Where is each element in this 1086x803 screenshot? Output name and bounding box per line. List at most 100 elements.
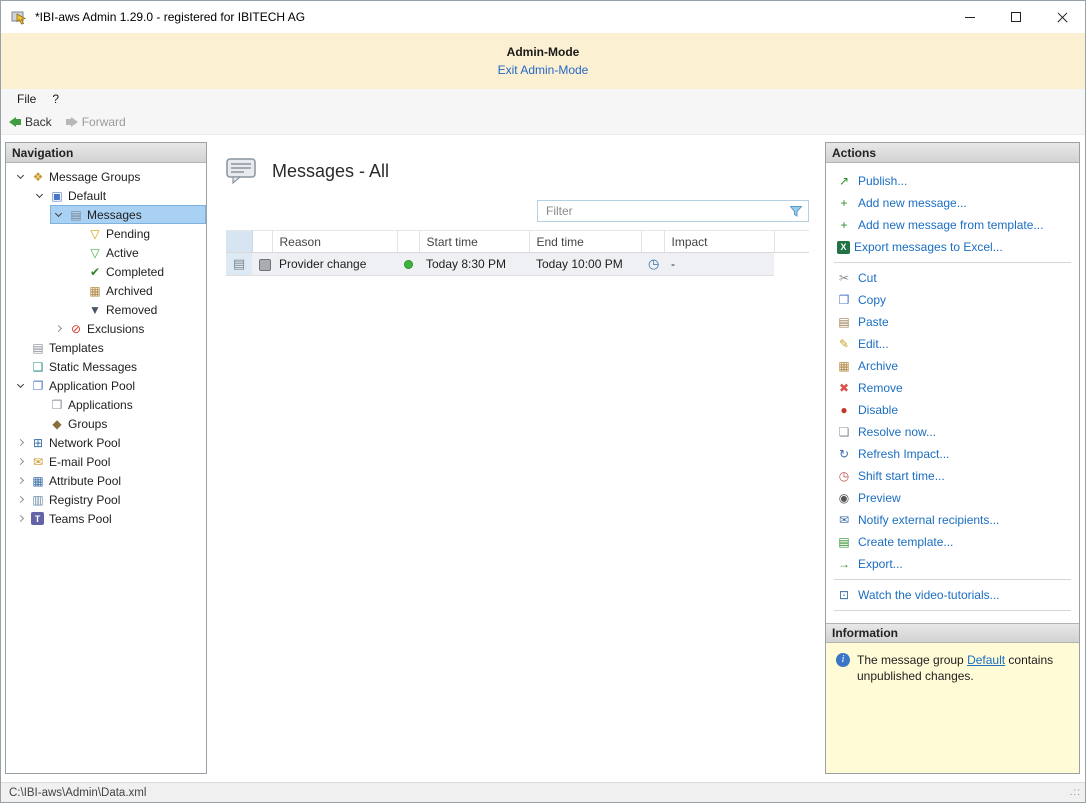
tree-item-static-messages[interactable]: ❑Static Messages <box>6 357 206 376</box>
info-icon <box>836 653 850 667</box>
tree-item-label: Default <box>68 189 106 203</box>
chevron-expanded-icon[interactable] <box>12 384 28 387</box>
default-group-link[interactable]: Default <box>967 653 1005 667</box>
action-label: Paste <box>858 315 889 329</box>
tree-item-archived[interactable]: ▦Archived <box>6 281 206 300</box>
action-export[interactable]: →Export... <box>826 553 1079 575</box>
tree-item-attribute-pool[interactable]: ▦Attribute Pool <box>6 471 206 490</box>
filter-funnel-icon[interactable] <box>789 204 803 218</box>
publish-icon: ↗ <box>834 174 854 188</box>
maximize-icon[interactable] <box>993 1 1039 33</box>
action-cut[interactable]: ✂Cut <box>826 267 1079 289</box>
action-label: Export messages to Excel... <box>854 240 1003 254</box>
tree-item-network-pool[interactable]: ⊞Network Pool <box>6 433 206 452</box>
tree-item-label: Message Groups <box>49 170 140 184</box>
chevron-expanded-icon[interactable] <box>50 213 66 216</box>
action-add-new-message-from-template[interactable]: +Add new message from template... <box>826 214 1079 236</box>
chevron-collapsed-icon[interactable] <box>12 497 28 502</box>
cell-impact: - <box>664 253 774 276</box>
chevron-collapsed-icon[interactable] <box>12 440 28 445</box>
tree-item-removed[interactable]: ▼Removed <box>6 300 206 319</box>
close-icon[interactable] <box>1039 1 1085 33</box>
tree-item-groups[interactable]: ◆Groups <box>6 414 206 433</box>
attribute-pool-icon: ▦ <box>28 474 48 488</box>
table-row[interactable]: ▤Provider changeToday 8:30 PMToday 10:00… <box>226 253 809 276</box>
minimize-icon[interactable] <box>947 1 993 33</box>
action-copy[interactable]: ❐ Copy <box>826 289 1079 311</box>
column-header-start[interactable]: Start time <box>419 231 529 253</box>
action-export-messages-to-excel[interactable]: X Export messages to Excel... <box>826 236 1079 258</box>
tree-item-label: Static Messages <box>49 360 137 374</box>
chevron-collapsed-icon[interactable] <box>12 478 28 483</box>
action-watch-the-video-tutorials[interactable]: ⊡Watch the video-tutorials... <box>826 584 1079 606</box>
back-button[interactable]: Back <box>9 115 52 129</box>
tree-item-application-pool[interactable]: ❐Application Pool <box>6 376 206 395</box>
copy-icon: ❐ <box>834 293 854 307</box>
actions-overflow[interactable]: ... <box>826 615 1079 623</box>
tree-item-registry-pool[interactable]: ▥Registry Pool <box>6 490 206 509</box>
tree-item-messages[interactable]: ▤Messages <box>6 205 206 224</box>
workspace: Navigation ❖Message Groups▣Default▤Messa… <box>1 135 1085 782</box>
action-preview[interactable]: ◉Preview <box>826 487 1079 509</box>
action-resolve-now[interactable]: ❏Resolve now... <box>826 421 1079 443</box>
table-body: ▤Provider changeToday 8:30 PMToday 10:00… <box>226 253 809 276</box>
column-header-state[interactable] <box>252 231 272 253</box>
action-label: Copy <box>858 293 886 307</box>
tree-item-active[interactable]: ▽Active <box>6 243 206 262</box>
resize-grip[interactable]: .:: <box>1070 787 1081 798</box>
paste-icon: ▤ <box>834 315 854 329</box>
action-publish[interactable]: ↗Publish... <box>826 170 1079 192</box>
navigation-panel: Navigation ❖Message Groups▣Default▤Messa… <box>5 142 207 774</box>
action-disable[interactable]: ●Disable <box>826 399 1079 421</box>
active-filter-icon: ▽ <box>85 246 105 260</box>
tree-item-templates[interactable]: ▤Templates <box>6 338 206 357</box>
column-header-type[interactable] <box>226 231 252 253</box>
export-excel-icon: X <box>837 241 850 254</box>
column-header-impact[interactable]: Impact <box>664 231 774 253</box>
menu-help[interactable]: ? <box>44 89 67 109</box>
action-shift-start-time[interactable]: ◷Shift start time... <box>826 465 1079 487</box>
action-refresh-impact[interactable]: ↻Refresh Impact... <box>826 443 1079 465</box>
action-label: Watch the video-tutorials... <box>858 588 1000 602</box>
forward-button[interactable]: Forward <box>66 115 126 129</box>
action-create-template[interactable]: ▤Create template... <box>826 531 1079 553</box>
chevron-expanded-icon[interactable] <box>31 194 47 197</box>
filter-input[interactable] <box>538 204 789 218</box>
tree-item-label: E-mail Pool <box>49 455 110 469</box>
actions-header: Actions <box>826 143 1079 163</box>
tree-item-message-groups[interactable]: ❖Message Groups <box>6 167 206 186</box>
cell-status <box>397 253 419 276</box>
tree-item-label: Archived <box>106 284 153 298</box>
tree-item-teams-pool[interactable]: TTeams Pool <box>6 509 206 528</box>
column-header-status[interactable] <box>397 231 419 253</box>
menu-file[interactable]: File <box>9 89 44 109</box>
tree-item-label: Applications <box>68 398 133 412</box>
preview-icon: ◉ <box>834 491 854 505</box>
tree-item-default[interactable]: ▣Default <box>6 186 206 205</box>
column-header-reason[interactable]: Reason <box>272 231 397 253</box>
action-remove[interactable]: ✖Remove <box>826 377 1079 399</box>
tree-item-label: Messages <box>87 208 142 222</box>
column-header-end[interactable]: End time <box>529 231 641 253</box>
chevron-collapsed-icon[interactable] <box>12 516 28 521</box>
exit-admin-mode-link[interactable]: Exit Admin-Mode <box>498 63 589 77</box>
action-archive[interactable]: ▦Archive <box>826 355 1079 377</box>
tree-item-label: Templates <box>49 341 104 355</box>
tree-item-e-mail-pool[interactable]: ✉E-mail Pool <box>6 452 206 471</box>
messages-table: Reason Start timeEnd time Impact ▤Provider… <box>226 230 809 276</box>
action-notify-external-recipients[interactable]: ✉Notify external recipients... <box>826 509 1079 531</box>
tree-item-pending[interactable]: ▽Pending <box>6 224 206 243</box>
column-header-impact_icon[interactable] <box>641 231 664 253</box>
action-add-new-message[interactable]: +Add new message... <box>826 192 1079 214</box>
tree-item-exclusions[interactable]: ⊘Exclusions <box>6 319 206 338</box>
tree-item-completed[interactable]: ✔Completed <box>6 262 206 281</box>
chevron-collapsed-icon[interactable] <box>12 459 28 464</box>
tree-item-body: ⊘Exclusions <box>50 319 206 338</box>
action-edit[interactable]: ✎Edit... <box>826 333 1079 355</box>
action-paste[interactable]: ▤ Paste <box>826 311 1079 333</box>
chevron-collapsed-icon[interactable] <box>50 326 66 331</box>
cell-filler <box>774 253 809 276</box>
app-window: *IBI-aws Admin 1.29.0 - registered for I… <box>0 0 1086 803</box>
tree-item-applications[interactable]: ❐Applications <box>6 395 206 414</box>
chevron-expanded-icon[interactable] <box>12 175 28 178</box>
